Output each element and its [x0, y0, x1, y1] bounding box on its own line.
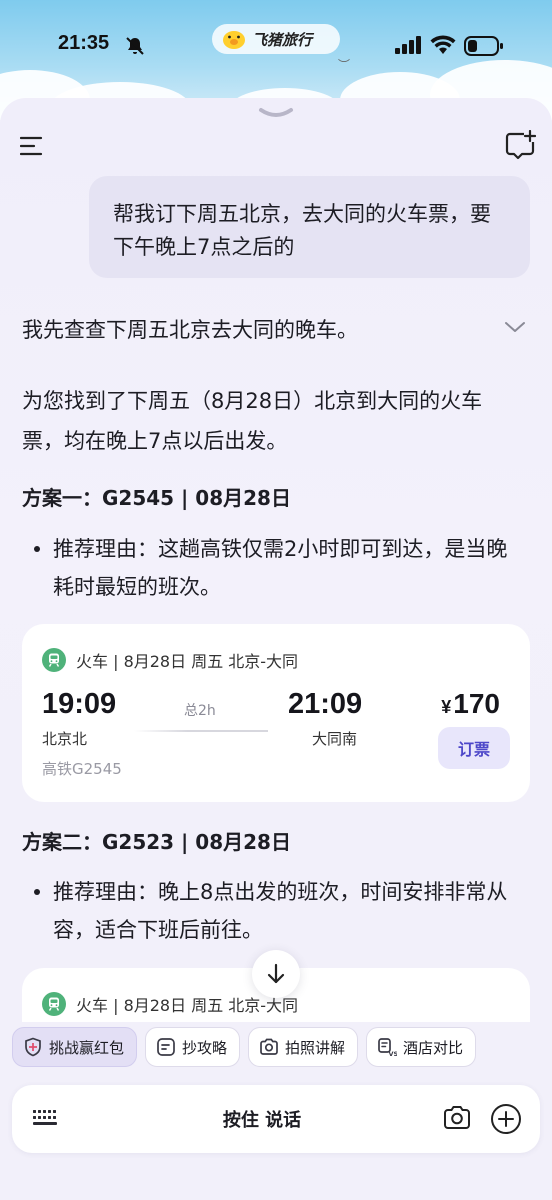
hold-to-talk-button[interactable]: 按住 说话 [92, 1085, 432, 1153]
thinking-summary[interactable]: 我先查查下周五北京去大同的晚车。 [22, 314, 358, 344]
train-card-header: 火车 | 8月28日 周五 北京-大同 [42, 648, 298, 672]
status-bar: 21:35 飞猪旅行 [0, 24, 552, 68]
wifi-icon [430, 35, 456, 54]
quick-action-chips: 挑战赢红包 抄攻略 拍照讲解 VS 酒店对比 [12, 1027, 542, 1067]
signal-icon [395, 36, 421, 54]
arrival-station: 大同南 [312, 730, 358, 748]
train-icon [42, 648, 66, 672]
train-card[interactable]: 火车 | 8月28日 周五 北京-大同 19:09 总2h 21:09 北京北 … [22, 624, 530, 802]
train-card-meta: 火车 | 8月28日 周五 北京-大同 [76, 652, 299, 671]
currency-symbol: ¥ [441, 697, 452, 717]
arrow-down-icon [267, 963, 285, 984]
plan-reason-text: 推荐理由：晚上8点出发的班次，时间安排非常从容，适合下班后前往。 [53, 880, 508, 942]
plan-reason: 推荐理由：这趟高铁仅需2小时即可到达，是当晚耗时最短的班次。 [34, 530, 522, 606]
keyboard-icon[interactable] [32, 1107, 58, 1129]
compare-icon: VS [378, 1038, 398, 1057]
plus-icon[interactable] [490, 1103, 522, 1135]
train-number: 高铁G2545 [42, 760, 122, 778]
brand-name: 飞猪旅行 [252, 30, 313, 49]
bullet-dot [34, 889, 40, 895]
svg-text:VS: VS [389, 1050, 398, 1057]
bullet-dot [34, 546, 40, 552]
route-line [134, 730, 268, 732]
status-time: 21:35 [58, 32, 110, 54]
menu-icon[interactable] [20, 136, 44, 156]
camera-icon[interactable] [442, 1103, 472, 1133]
chip-challenge-red-packet[interactable]: 挑战赢红包 [12, 1027, 138, 1067]
battery-icon [464, 36, 503, 56]
pig-logo-icon [223, 31, 245, 49]
ticket-price: ¥170 [441, 688, 500, 720]
answer-intro: 为您找到了下周五（8月28日）北京到大同的火车票，均在晚上7点以后出发。 [22, 389, 483, 453]
train-icon [42, 992, 66, 1016]
departure-time: 19:09 [42, 688, 117, 720]
new-chat-icon[interactable] [504, 130, 536, 160]
chip-label: 酒店对比 [403, 1038, 464, 1057]
note-icon [157, 1038, 175, 1056]
scroll-down-button[interactable] [252, 950, 300, 998]
chip-copy-guide[interactable]: 抄攻略 [145, 1027, 241, 1067]
chip-photo-explain[interactable]: 拍照讲解 [248, 1027, 359, 1067]
sheet-handle-icon[interactable] [258, 106, 294, 120]
arrival-time: 21:09 [288, 688, 363, 720]
train-card-header: 火车 | 8月28日 周五 北京-大同 [42, 992, 298, 1016]
chip-hotel-compare[interactable]: VS 酒店对比 [366, 1027, 477, 1067]
chip-label: 挑战赢红包 [49, 1038, 125, 1057]
bell-mute-icon [126, 37, 144, 55]
chip-label: 拍照讲解 [285, 1038, 346, 1057]
plan-reason-text: 推荐理由：这趟高铁仅需2小时即可到达，是当晚耗时最短的班次。 [53, 537, 508, 599]
chevron-down-icon[interactable] [504, 320, 526, 334]
input-bar: 按住 说话 [12, 1085, 540, 1153]
user-message-bubble: 帮我订下周五北京，去大同的火车票，要下午晚上7点之后的 [89, 176, 530, 278]
shield-gift-icon [25, 1037, 41, 1057]
book-ticket-button[interactable]: 订票 [438, 727, 510, 769]
plan-title: 方案一：G2545 | 08月28日 [22, 486, 291, 510]
departure-station: 北京北 [42, 730, 88, 748]
brand-pill[interactable]: 飞猪旅行 [212, 24, 340, 54]
trip-duration: 总2h [184, 703, 216, 719]
plan-title: 方案二：G2523 | 08月28日 [22, 830, 291, 854]
camera-spark-icon [260, 1038, 278, 1055]
chip-label: 抄攻略 [182, 1038, 228, 1057]
price-value: 170 [453, 688, 500, 719]
user-message-text: 帮我订下周五北京，去大同的火车票，要下午晚上7点之后的 [113, 202, 491, 259]
plan-reason: 推荐理由：晚上8点出发的班次，时间安排非常从容，适合下班后前往。 [34, 873, 522, 949]
